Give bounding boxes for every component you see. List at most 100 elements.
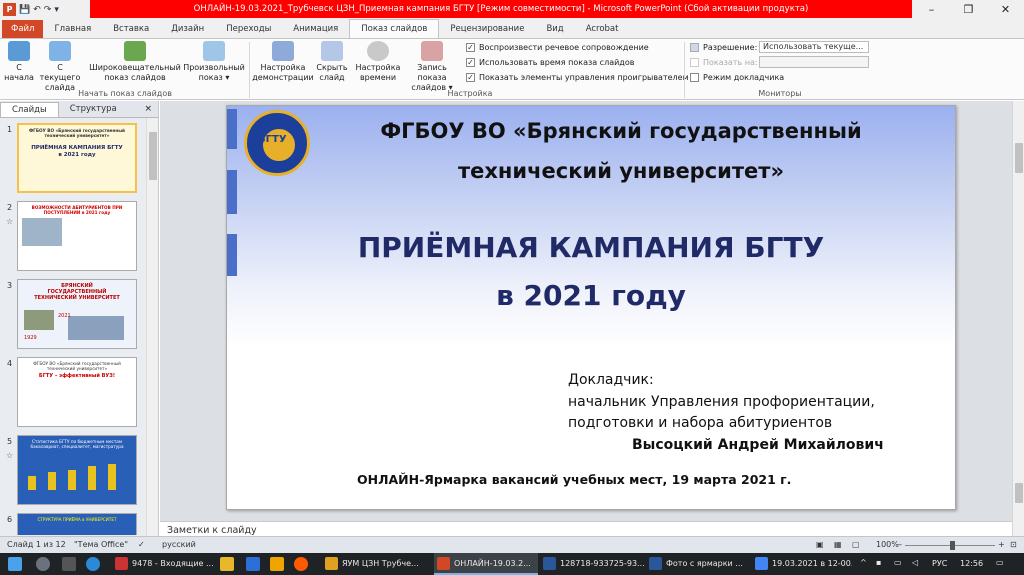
reporter-name: Высоцкий Андрей Михайлович xyxy=(632,437,884,453)
volume-icon[interactable]: ◁ xyxy=(912,558,918,567)
slide-thumbnail-1[interactable]: 1 ФГБОУ ВО «Брянский государственный тех… xyxy=(0,123,146,199)
narration-checkbox[interactable]: ✓ Воспроизвести речевое сопровождение xyxy=(466,43,649,52)
tab-animations[interactable]: Анимация xyxy=(282,20,349,38)
task-view-icon[interactable] xyxy=(62,557,76,571)
editor-scrollbar[interactable] xyxy=(1012,101,1024,536)
redo-icon[interactable]: ↷ xyxy=(44,5,52,15)
ribbon-separator xyxy=(684,42,685,98)
tab-home[interactable]: Главная xyxy=(43,20,102,38)
notifications-icon[interactable]: ▭ xyxy=(996,558,1004,567)
zoom-out-icon[interactable]: – xyxy=(898,540,902,549)
rehearse-timings-button[interactable]: Настройка времени xyxy=(354,41,402,83)
zoom-in-icon[interactable]: + xyxy=(998,540,1005,549)
group-setup-label: Настройка xyxy=(447,89,493,98)
taskbar-item-mail[interactable]: 9478 - Входящие ... xyxy=(112,553,216,575)
group-monitors-label: Мониторы xyxy=(758,89,802,98)
slideshow-start-icon xyxy=(8,41,30,61)
reading-view-icon[interactable]: ▢ xyxy=(852,540,860,549)
setup-show-button[interactable]: Настройка демонстрации xyxy=(252,41,314,83)
player-controls-checkbox[interactable]: ✓ Показать элементы управления проигрыват… xyxy=(466,73,689,82)
powerpoint-app-icon[interactable]: P xyxy=(3,3,16,16)
taskbar-item-word-doc[interactable]: 128718-933725-93... xyxy=(540,553,644,575)
slide-canvas[interactable]: БГТУ ФГБОУ ВО «Брянский государственный … xyxy=(226,105,956,510)
windows-start-icon[interactable] xyxy=(8,557,22,571)
clock[interactable]: 12:56 xyxy=(960,559,983,568)
scrollbar-thumb[interactable] xyxy=(1015,143,1023,173)
tab-review[interactable]: Рецензирование xyxy=(439,20,535,38)
maximize-button[interactable]: ❐ xyxy=(950,0,987,19)
tab-file[interactable]: Файл xyxy=(2,20,44,38)
slideshow-current-icon xyxy=(49,41,71,61)
taskbar-item-chrome[interactable]: 19.03.2021 в 12-00... xyxy=(752,553,852,575)
zoom-level[interactable]: 100% xyxy=(876,540,899,549)
slide-sorter-icon[interactable]: ▦ xyxy=(834,540,842,549)
slide-thumbnail-5[interactable]: 5 ☆ Статистика БГТУ по бюджетным местам б… xyxy=(0,435,146,511)
taskbar-item-photos-doc[interactable]: Фото с ярмарки ... xyxy=(646,553,750,575)
tray-app-icon[interactable]: ▪ xyxy=(876,558,881,567)
minimize-button[interactable]: – xyxy=(913,0,950,19)
language[interactable]: русский xyxy=(162,540,196,549)
show-on-dropdown[interactable] xyxy=(759,56,869,68)
custom-show-icon xyxy=(203,41,225,61)
fit-slide-icon[interactable]: ⊡ xyxy=(1010,540,1017,549)
tab-slides[interactable]: Слайды xyxy=(0,102,59,117)
setup-icon xyxy=(272,41,294,61)
status-bar: Слайд 1 из 12 "Тема Office" ✓ русский ▣ … xyxy=(0,536,1024,553)
normal-view-icon[interactable]: ▣ xyxy=(816,540,824,549)
tab-view[interactable]: Вид xyxy=(535,20,574,38)
slide-thumbnail-4[interactable]: 4 ФГБОУ ВО «Брянский государственный тех… xyxy=(0,357,146,433)
input-language[interactable]: РУС xyxy=(932,559,947,568)
broadcast-button[interactable]: Широковещательный показ слайдов xyxy=(88,41,182,83)
record-show-button[interactable]: Запись показа слайдов ▾ xyxy=(402,41,462,93)
edge-icon[interactable] xyxy=(86,557,100,571)
slide-thumbnail-3[interactable]: 3 БРЯНСКИЙ ГОСУДАРСТВЕННЫЙ ТЕХНИЧЕСКИЙ У… xyxy=(0,279,146,355)
file-explorer-icon[interactable] xyxy=(220,557,234,571)
reporter-label: Докладчик: xyxy=(568,372,654,388)
slide-thumbnail-6[interactable]: 6 СТРУКТУРА ПРИЁМА в УНИВЕРСИТЕТ xyxy=(0,513,146,535)
undo-icon[interactable]: ↶ xyxy=(33,5,41,15)
from-current-slide-button[interactable]: С текущего слайда xyxy=(36,41,84,93)
network-icon[interactable]: ▭ xyxy=(894,558,902,567)
tray-chevron-icon[interactable]: ^ xyxy=(860,558,867,567)
slides-pane: Слайды Структура × 1 ФГБОУ ВО «Брянский … xyxy=(0,101,159,536)
scrollbar-thumb[interactable] xyxy=(149,132,157,180)
notes-pane[interactable]: Заметки к слайду xyxy=(160,521,1012,536)
tab-transitions[interactable]: Переходы xyxy=(215,20,282,38)
timings-checkbox[interactable]: ✓ Использовать время показа слайдов xyxy=(466,58,634,67)
save-icon[interactable]: 💾 xyxy=(19,5,30,15)
tab-insert[interactable]: Вставка xyxy=(102,20,160,38)
tab-slide-show[interactable]: Показ слайдов xyxy=(349,19,440,38)
spellcheck-icon[interactable]: ✓ xyxy=(138,540,145,549)
tab-design[interactable]: Дизайн xyxy=(160,20,215,38)
slide-thumbnail-2[interactable]: 2 ☆ ВОЗМОЖНОСТИ АБИТУРИЕНТОВ ПРИ ПОСТУПЛЕ… xyxy=(0,201,146,277)
ribbon-tabs: Файл Главная Вставка Дизайн Переходы Ани… xyxy=(0,19,1024,38)
hide-slide-button[interactable]: Скрыть слайд xyxy=(314,41,350,83)
customize-qat-icon[interactable]: ▾ xyxy=(54,5,59,15)
close-button[interactable]: ✕ xyxy=(987,0,1024,19)
hide-slide-icon xyxy=(321,41,343,61)
slide-counter: Слайд 1 из 12 xyxy=(7,540,66,549)
taskbar-item-explorer[interactable]: ЯУМ ЦЗН Трубче... xyxy=(322,553,432,575)
custom-show-button[interactable]: Произвольный показ ▾ xyxy=(182,41,246,83)
firefox-icon[interactable] xyxy=(294,557,308,571)
scrollbar-thumb-lower[interactable] xyxy=(1015,483,1023,503)
word-icon[interactable] xyxy=(246,557,260,571)
from-beginning-button[interactable]: Сначала xyxy=(4,41,34,83)
title-bar: P 💾 ↶ ↷ ▾ ОНЛАЙН-19.03.2021_Трубчевск ЦЗ… xyxy=(0,0,1024,19)
monitor-icon xyxy=(690,58,699,67)
taskbar-item-powerpoint[interactable]: ОНЛАЙН-19.03.2... xyxy=(434,553,538,575)
search-icon[interactable] xyxy=(36,557,50,571)
slide-org-line2: технический университет» xyxy=(457,159,785,183)
tab-acrobat[interactable]: Acrobat xyxy=(575,20,630,38)
presenter-view-checkbox[interactable]: Режим докладчика xyxy=(690,73,784,82)
close-pane-icon[interactable]: × xyxy=(144,102,158,117)
resolution-label: Разрешение: xyxy=(690,43,757,52)
slide-title-line2: в 2021 году xyxy=(496,279,686,312)
resolution-dropdown[interactable]: Использовать текуще... xyxy=(759,41,869,53)
slides-pane-scrollbar[interactable] xyxy=(146,118,158,536)
app-icon[interactable] xyxy=(270,557,284,571)
thumbnail-image: ФГБОУ ВО «Брянский государственный техни… xyxy=(17,357,137,427)
zoom-slider-knob[interactable] xyxy=(950,541,955,550)
reporter-position-line2: подготовки и набора абитуриентов xyxy=(568,415,833,431)
tab-outline[interactable]: Структура xyxy=(59,102,128,117)
